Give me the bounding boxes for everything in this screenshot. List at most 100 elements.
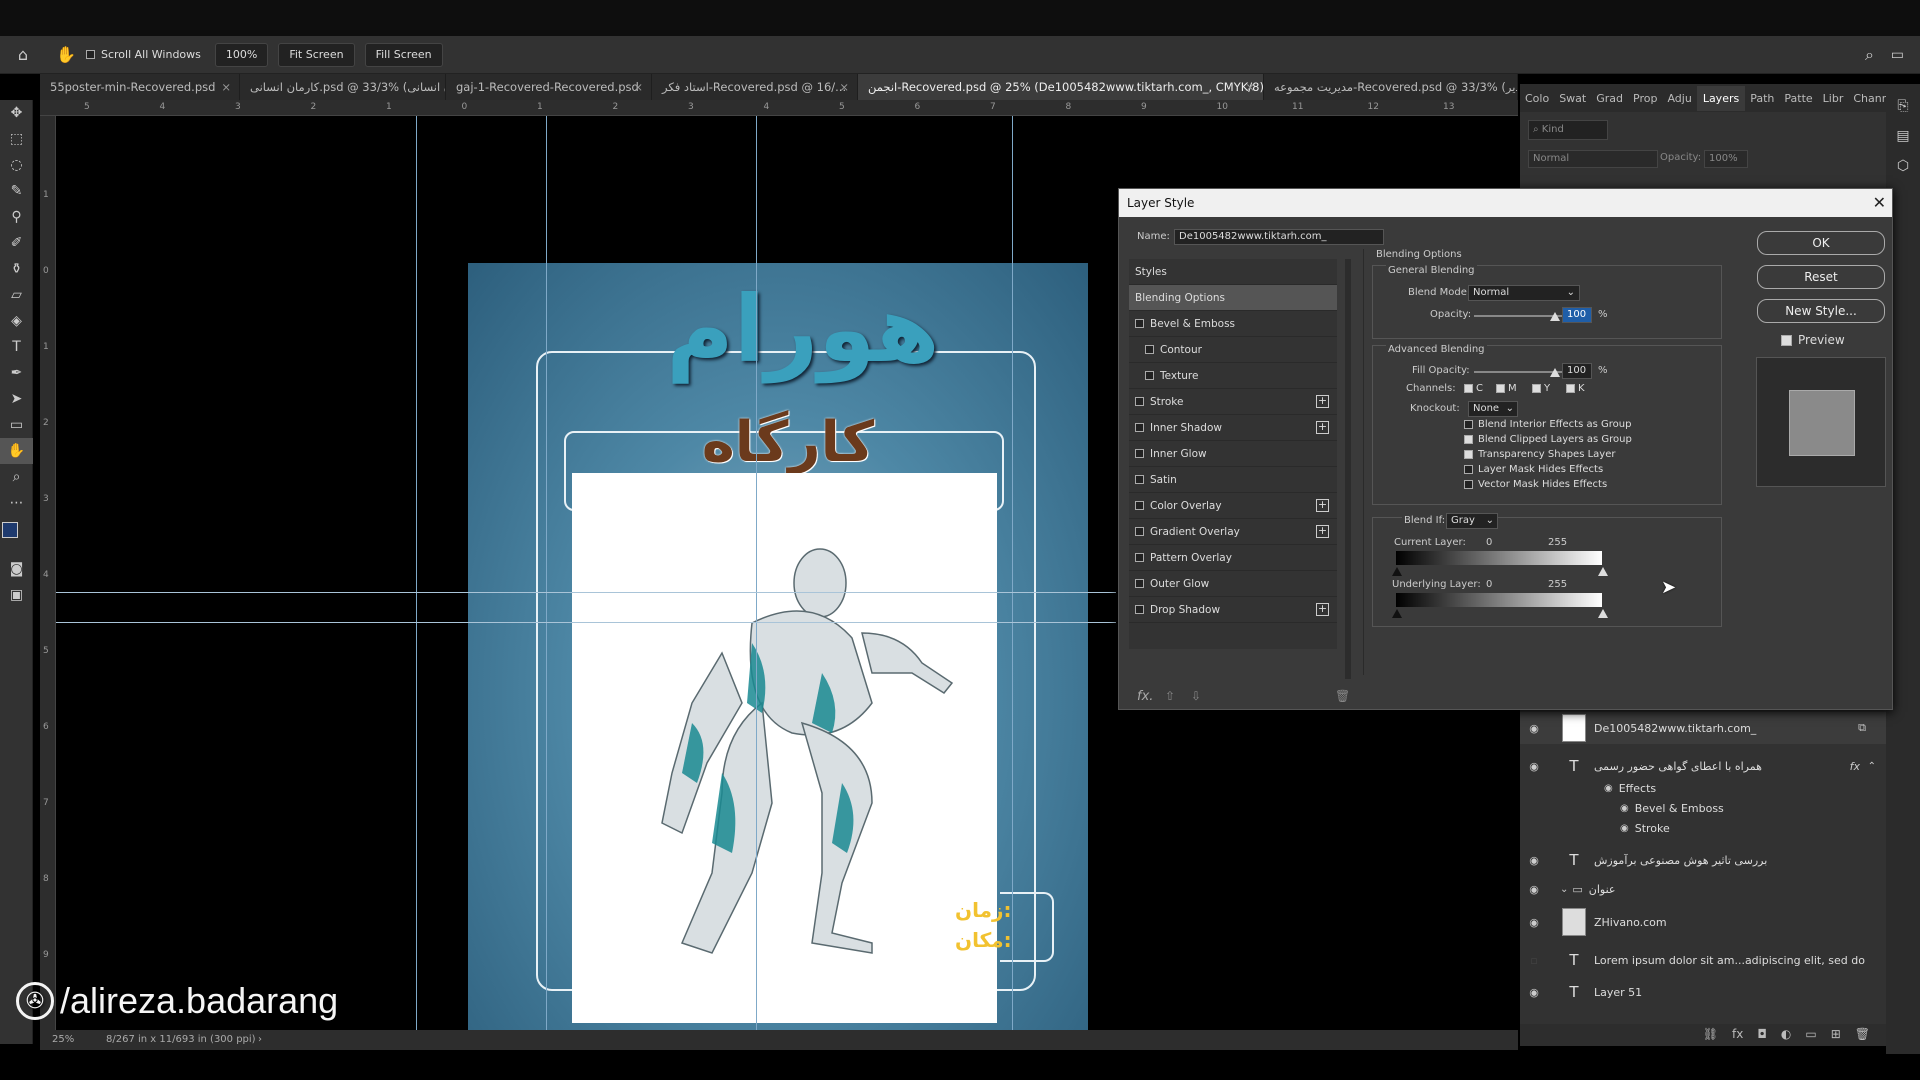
panel-tab[interactable]: Layers (1696, 85, 1746, 111)
panel-tab[interactable]: Path (1745, 92, 1779, 105)
style-checkbox[interactable] (1135, 449, 1144, 458)
fill-opacity-slider[interactable] (1474, 368, 1574, 377)
style-checkbox[interactable] (1145, 371, 1154, 380)
underlying-layer-white-slider[interactable] (1598, 609, 1608, 618)
styles-header[interactable]: Styles (1129, 259, 1337, 285)
current-layer-white-slider[interactable] (1598, 567, 1608, 576)
paint-bucket-tool-icon[interactable]: ◈ (0, 308, 33, 334)
panel-tab[interactable]: Colo (1520, 92, 1554, 105)
fill-opacity-slider-thumb[interactable] (1550, 368, 1560, 377)
add-style-icon[interactable]: + (1316, 421, 1329, 434)
new-style-button[interactable]: New Style... (1757, 299, 1885, 323)
style-item[interactable]: Stroke + (1129, 389, 1337, 415)
stamp-tool-icon[interactable]: ⚱ (0, 256, 33, 282)
fx-menu-icon[interactable]: fx. (1137, 689, 1153, 704)
zoom-100-button[interactable]: 100% (214, 42, 269, 67)
underlying-layer-gradient[interactable] (1396, 593, 1602, 607)
chevron-down-icon[interactable]: ⌄ (1560, 884, 1568, 895)
layer-row[interactable]: ◉ ZHivano.com (1520, 906, 1886, 938)
panel-tab[interactable]: Adju (1662, 92, 1696, 105)
ok-button[interactable]: OK (1757, 231, 1885, 255)
close-icon[interactable]: × (221, 74, 231, 100)
fit-screen-button[interactable]: Fit Screen (278, 42, 355, 67)
effect-row[interactable]: ◉ Stroke (1520, 818, 1886, 838)
panel-tab[interactable]: Grad (1591, 92, 1628, 105)
eraser-tool-icon[interactable]: ▱ (0, 282, 33, 308)
close-icon[interactable]: × (633, 74, 643, 100)
add-style-icon[interactable]: + (1316, 603, 1329, 616)
pen-tool-icon[interactable]: ✒ (0, 360, 33, 386)
add-style-icon[interactable]: + (1316, 395, 1329, 408)
fx-icon[interactable]: fx (1732, 1027, 1743, 1041)
add-style-icon[interactable]: + (1316, 499, 1329, 512)
guide-vertical-1[interactable] (416, 116, 417, 1046)
tab-document-3[interactable]: gaj-1-Recovered-Recovered.psd × (446, 74, 652, 100)
path-selection-tool-icon[interactable]: ➤ (0, 386, 33, 412)
hand-tool-icon[interactable]: ✋ (0, 438, 33, 464)
layer-blend-mode[interactable]: Normal (1528, 150, 1658, 168)
guide-vertical-2[interactable] (546, 116, 547, 1046)
zoom-tool-icon[interactable]: ⌕ (0, 464, 33, 490)
style-checkbox[interactable] (1135, 319, 1144, 328)
scroll-all-windows-checkbox[interactable]: Scroll All Windows (86, 48, 201, 61)
eye-icon[interactable]: ◉ (1520, 722, 1548, 735)
guide-horizontal-1[interactable] (56, 592, 1116, 593)
channel-c-checkbox[interactable]: C (1464, 383, 1483, 394)
styles-scrollbar[interactable] (1345, 259, 1351, 679)
new-layer-icon[interactable]: ⊞ (1831, 1027, 1841, 1041)
quick-mask-icon[interactable]: ◙ (0, 556, 33, 582)
advanced-option-checkbox[interactable]: Transparency Shapes Layer (1464, 449, 1615, 460)
style-item[interactable]: Contour (1129, 337, 1337, 363)
eye-hidden-icon[interactable]: ▫ (1520, 954, 1548, 967)
panel-tab[interactable]: Swat (1554, 92, 1591, 105)
close-icon[interactable]: × (839, 74, 849, 100)
guide-horizontal-2[interactable] (56, 622, 1116, 623)
status-doc-info[interactable]: 8/267 in x 11/693 in (300 ppi) (106, 1030, 256, 1050)
eye-icon[interactable]: ◉ (1604, 783, 1613, 794)
advanced-option-checkbox[interactable]: Blend Clipped Layers as Group (1464, 434, 1632, 445)
style-item[interactable]: Bevel & Emboss (1129, 311, 1337, 337)
history-icon[interactable]: ⎘ (1886, 98, 1920, 114)
channel-y-checkbox[interactable]: Y (1532, 383, 1550, 394)
foreground-color-swatch[interactable] (2, 522, 18, 538)
style-checkbox[interactable] (1135, 527, 1144, 536)
advanced-option-checkbox[interactable]: Vector Mask Hides Effects (1464, 479, 1607, 490)
home-icon[interactable]: ⌂ (0, 45, 46, 64)
trash-icon[interactable]: 🗑 (1855, 1027, 1870, 1041)
tab-document-2[interactable]: کارمان انسانی.psd @ 33/3% (کارمان انسانی (240, 74, 446, 100)
comment-icon[interactable]: ▤ (1886, 128, 1920, 144)
style-item[interactable]: Outer Glow (1129, 571, 1337, 597)
style-item[interactable]: Inner Glow (1129, 441, 1337, 467)
current-layer-black-slider[interactable] (1392, 567, 1402, 576)
effect-row[interactable]: ◉ Bevel & Emboss (1520, 798, 1886, 818)
style-checkbox[interactable] (1135, 423, 1144, 432)
reset-button[interactable]: Reset (1757, 265, 1885, 289)
style-checkbox[interactable] (1135, 501, 1144, 510)
quick-selection-tool-icon[interactable]: ✎ (0, 178, 33, 204)
workspace-icon[interactable]: ▭ (1891, 47, 1904, 63)
add-mask-icon[interactable]: ◘ (1757, 1027, 1767, 1041)
link-layers-icon[interactable]: ⛓ (1703, 1027, 1718, 1041)
panel-tab[interactable]: Patte (1779, 92, 1817, 105)
eye-icon[interactable]: ◉ (1620, 823, 1629, 834)
layer-row[interactable]: ◉ De1005482www.tiktarh.com_ ⧉ (1520, 712, 1886, 744)
style-item[interactable]: Gradient Overlay + (1129, 519, 1337, 545)
style-checkbox[interactable] (1135, 397, 1144, 406)
guide-vertical-4[interactable] (1012, 116, 1013, 1046)
current-layer-gradient[interactable] (1396, 551, 1602, 565)
opacity-input[interactable]: 100 (1562, 307, 1592, 323)
fx-badge[interactable]: fx (1850, 760, 1860, 773)
layer-name-field[interactable]: De1005482www.tiktarh.com_ (1174, 229, 1384, 245)
marquee-tool-icon[interactable]: ⬚ (0, 126, 33, 152)
move-down-icon[interactable]: ⇩ (1191, 689, 1201, 703)
style-checkbox[interactable] (1145, 345, 1154, 354)
panel-tab[interactable]: Libr (1818, 92, 1849, 105)
lasso-tool-icon[interactable]: ◌ (0, 152, 33, 178)
eyedropper-tool-icon[interactable]: ⚲ (0, 204, 33, 230)
style-checkbox[interactable] (1135, 579, 1144, 588)
blend-mode-select[interactable]: Normal ⌄ (1468, 285, 1580, 301)
underlying-layer-black-slider[interactable] (1392, 609, 1402, 618)
advanced-option-checkbox[interactable]: Layer Mask Hides Effects (1464, 464, 1603, 475)
style-checkbox[interactable] (1135, 553, 1144, 562)
blend-if-select[interactable]: Gray ⌄ (1446, 513, 1498, 529)
